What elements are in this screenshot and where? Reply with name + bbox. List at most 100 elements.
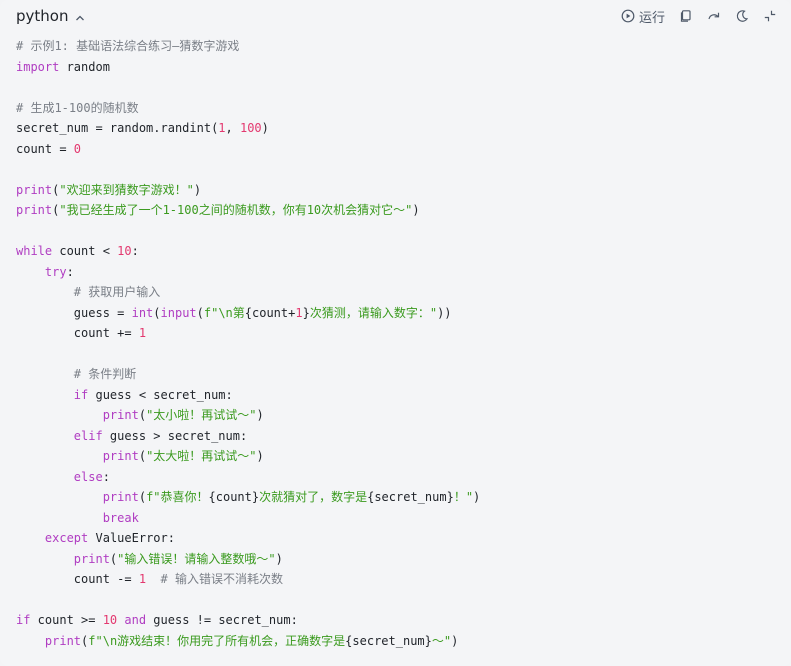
code-line: # 生成1-100的随机数 (16, 98, 480, 119)
code-builtin: print (73, 551, 110, 566)
code-keyword: try (44, 264, 67, 279)
code-line: count = 0 (16, 139, 480, 160)
code-text: , (225, 121, 240, 135)
code-line: import random (16, 57, 480, 78)
code-line: print(f"\n游戏结束！你用完了所有机会，正确数字是{secret_num… (16, 631, 480, 652)
run-label: 运行 (638, 10, 665, 26)
language-selector[interactable]: python (16, 7, 86, 25)
code-string: ～" (431, 633, 452, 648)
code-text: ( (153, 305, 161, 320)
code-line: guess = int(input(f"\n第{count+1}次猜测，请输入数… (16, 303, 480, 324)
code-line: print(f"恭喜你！{count}次就猜对了，数字是{secret_num}… (16, 487, 481, 508)
code-keyword: import (16, 59, 60, 74)
code-builtin: print (16, 203, 53, 217)
code-line: print("我已经生成了一个1-100之间的随机数，你有10次机会猜对它～") (16, 200, 480, 221)
code-text: ) (256, 408, 264, 422)
code-line: try: (16, 262, 480, 283)
code-toolbar: 运行 (621, 6, 777, 26)
code-text: count >= (30, 613, 103, 627)
code-text: count -= (16, 572, 139, 586)
code-text: guess > secret_num: (102, 428, 248, 443)
code-text: count = (16, 141, 74, 156)
theme-button[interactable] (735, 9, 749, 23)
code-text: ( (138, 449, 147, 463)
code-content[interactable]: # 示例1: 基础语法综合练习—猜数字游戏 import random # 生成1-… (16, 36, 480, 651)
code-string: f"恭喜你！ (146, 490, 209, 504)
run-button[interactable]: 运行 (621, 7, 665, 26)
code-line: count += 1 (16, 323, 480, 344)
code-text: ( (196, 305, 204, 320)
code-number: 0 (73, 141, 82, 156)
code-keyword: if (16, 613, 31, 627)
code-builtin: print (44, 633, 82, 648)
collapse-icon (764, 10, 776, 22)
code-string: 次就猜对了，数字是 (259, 490, 368, 504)
code-text: {count} (208, 490, 260, 504)
code-text: ( (138, 490, 147, 504)
code-number: 10 (102, 613, 118, 627)
code-string: "输入错误！请输入整数哦～" (117, 551, 276, 566)
code-string: 次猜测，请输入数字：" (309, 305, 438, 320)
code-text: secret_num = random.randint( (16, 121, 219, 135)
code-builtin: print (102, 490, 139, 504)
code-line: break (16, 508, 480, 529)
code-line: print("输入错误！请输入整数哦～") (16, 549, 480, 570)
code-text: {secret_num} (345, 633, 432, 648)
code-line: print("太小啦！再试试～") (16, 405, 480, 426)
code-text: ) (473, 490, 481, 504)
code-text: {secret_num} (367, 490, 454, 504)
code-number: 100 (239, 121, 262, 135)
code-text: random (59, 59, 110, 74)
code-comment: # 输入错误不消耗次数 (160, 572, 283, 586)
code-text: ) (193, 182, 202, 197)
code-line: elif guess > secret_num: (16, 426, 480, 447)
code-keyword: if (73, 387, 89, 402)
code-builtin: print (16, 182, 53, 197)
code-line: if guess < secret_num: (16, 385, 480, 406)
copy-icon (680, 10, 691, 22)
code-line: except ValueError: (16, 528, 480, 549)
code-text: : (66, 264, 74, 279)
code-number: 1 (138, 326, 147, 340)
code-line: if count >= 10 and guess != secret_num: (16, 610, 480, 631)
code-keyword: elif (73, 428, 103, 443)
code-block: python 运行 # 示例1: 基础语法综合练习—猜数字游戏 import r… (0, 0, 791, 666)
collapse-button[interactable] (763, 9, 777, 23)
code-comment: # 生成1-100的随机数 (16, 100, 139, 115)
code-builtin: input (160, 305, 197, 320)
code-text: ) (412, 203, 420, 217)
code-block-header: python 运行 (0, 0, 791, 34)
code-line: # 条件判断 (16, 364, 480, 385)
code-keyword: except (44, 531, 89, 545)
redo-button[interactable] (707, 9, 721, 23)
code-comment: # 获取用户输入 (73, 285, 161, 299)
code-line: secret_num = random.randint(1, 100) (16, 118, 480, 139)
code-text: guess = (16, 305, 132, 320)
code-builtin: int (131, 305, 154, 320)
copy-button[interactable] (679, 9, 693, 23)
code-string: ！" (453, 490, 474, 504)
code-keyword: and (124, 613, 147, 627)
code-text: ) (275, 551, 283, 566)
code-text: : (102, 469, 110, 484)
code-text: ) (261, 121, 269, 135)
redo-icon (708, 12, 720, 20)
code-keyword: break (102, 510, 139, 525)
code-line: # 示例1: 基础语法综合练习—猜数字游戏 (16, 36, 480, 57)
code-text: )) (437, 305, 452, 320)
